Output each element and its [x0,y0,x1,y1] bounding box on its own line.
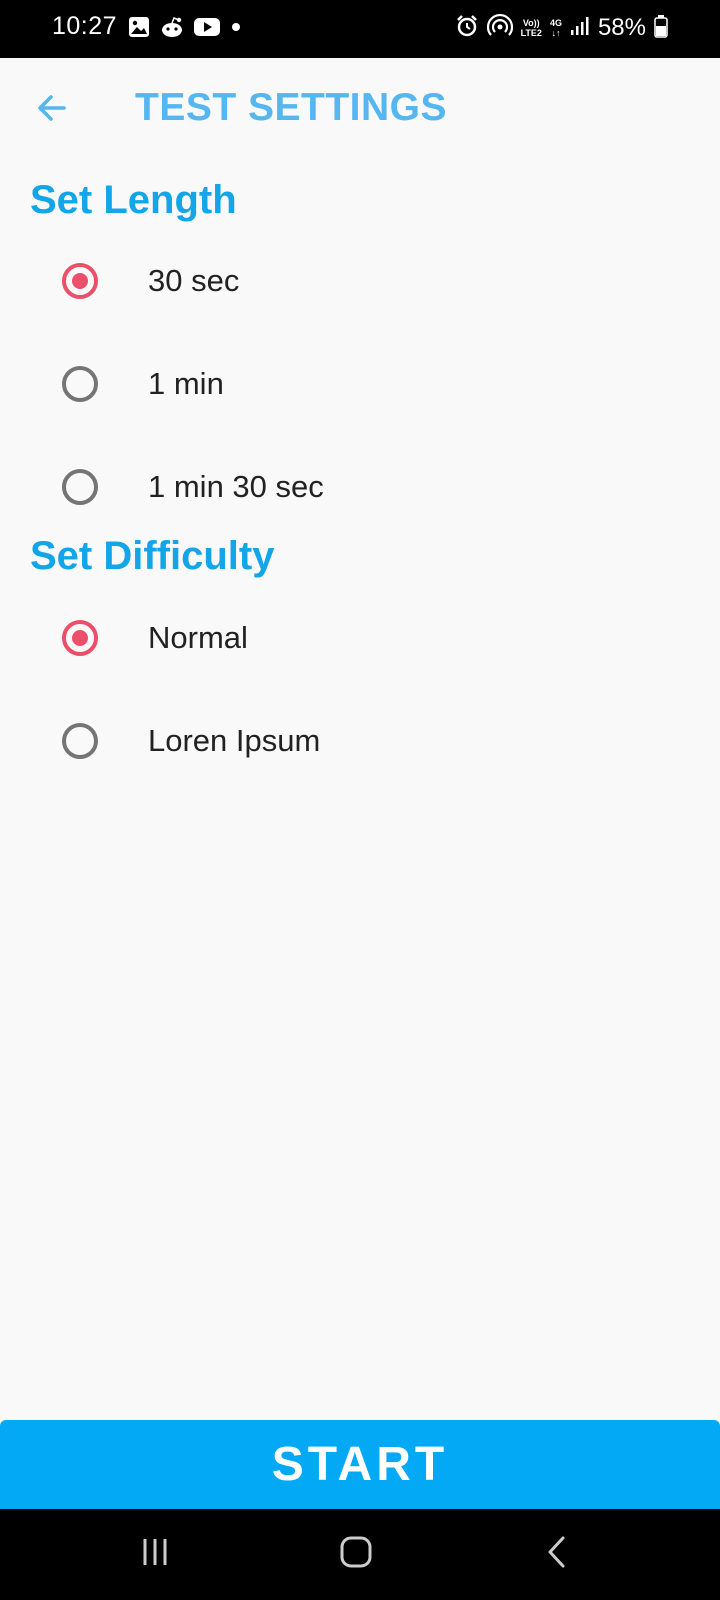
status-right-icons: Vo)) LTE2 4G ↓↑ 58% [455,13,668,43]
volte-top-label: Vo)) [522,18,540,28]
radio-button[interactable] [62,366,98,402]
difficulty-section-heading: Set Difficulty [30,534,275,578]
gallery-icon [128,16,150,43]
radio-button[interactable] [62,469,98,505]
start-button[interactable]: START [0,1420,720,1509]
alarm-icon [455,14,479,43]
radio-label: Normal [148,620,248,655]
volte-icon: Vo)) LTE2 [521,18,542,38]
radio-label: 1 min [148,366,224,401]
arrow-left-icon [34,90,70,131]
network-type-label: 4G [549,18,562,28]
youtube-icon [194,17,220,42]
page-title: TEST SETTINGS [135,86,448,129]
battery-percent: 58% [597,14,646,41]
status-time: 10:27 [52,12,118,40]
dot-icon [230,20,242,38]
home-button[interactable] [326,1529,386,1579]
battery-icon [654,14,668,43]
radio-button-checked[interactable] [62,263,98,299]
difficulty-option-normal[interactable]: Normal [62,608,662,668]
hotspot-icon [486,13,513,43]
radio-label: 30 sec [148,263,240,298]
status-left-icons [128,16,242,43]
recents-button[interactable] [125,1529,185,1579]
reddit-icon [160,16,184,43]
radio-label: Loren Ipsum [148,723,321,758]
difficulty-option-loren-ipsum[interactable]: Loren Ipsum [62,711,662,771]
length-option-1-min-30-sec[interactable]: 1 min 30 sec [62,457,662,517]
status-bar: 10:27 Vo)) LTE2 4G ↓↑ 58% [0,0,720,58]
signal-icon [570,15,590,42]
screen: 10:27 Vo)) LTE2 4G ↓↑ 58% TEST SETTINGS … [0,0,720,1600]
back-button[interactable] [30,88,74,132]
length-section-heading: Set Length [30,178,237,222]
length-option-1-min[interactable]: 1 min [62,354,662,414]
volte-bottom-label: LTE2 [520,28,542,38]
4g-icon: 4G ↓↑ [549,18,562,38]
length-option-30-sec[interactable]: 30 sec [62,251,662,311]
home-icon [339,1535,373,1574]
recents-icon [138,1536,172,1573]
nav-bar [0,1509,720,1600]
radio-label: 1 min 30 sec [148,469,324,504]
back-icon [542,1535,572,1574]
radio-button-checked[interactable] [62,620,98,656]
radio-button[interactable] [62,723,98,759]
system-back-button[interactable] [527,1529,587,1579]
